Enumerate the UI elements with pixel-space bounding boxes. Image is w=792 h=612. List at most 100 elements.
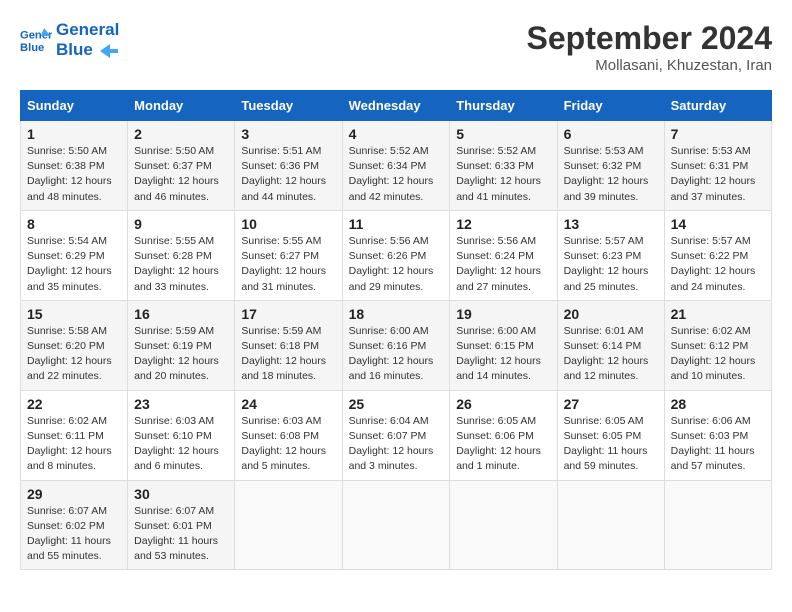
calendar-cell: 5 Sunrise: 5:52 AM Sunset: 6:33 PM Dayli… — [450, 121, 557, 211]
calendar-cell: 10 Sunrise: 5:55 AM Sunset: 6:27 PM Dayl… — [235, 210, 342, 300]
day-number: 1 — [27, 126, 121, 142]
day-number: 14 — [671, 216, 765, 232]
calendar-cell: 2 Sunrise: 5:50 AM Sunset: 6:37 PM Dayli… — [128, 121, 235, 211]
calendar-cell: 14 Sunrise: 5:57 AM Sunset: 6:22 PM Dayl… — [664, 210, 771, 300]
calendar-cell: 19 Sunrise: 6:00 AM Sunset: 6:15 PM Dayl… — [450, 300, 557, 390]
day-number: 8 — [27, 216, 121, 232]
day-info: Sunrise: 5:52 AM Sunset: 6:33 PM Dayligh… — [456, 144, 550, 205]
day-number: 2 — [134, 126, 228, 142]
calendar-cell: 1 Sunrise: 5:50 AM Sunset: 6:38 PM Dayli… — [21, 121, 128, 211]
calendar-cell — [664, 480, 771, 570]
day-number: 3 — [241, 126, 335, 142]
calendar-cell: 17 Sunrise: 5:59 AM Sunset: 6:18 PM Dayl… — [235, 300, 342, 390]
day-number: 5 — [456, 126, 550, 142]
calendar-cell: 25 Sunrise: 6:04 AM Sunset: 6:07 PM Dayl… — [342, 390, 450, 480]
calendar-cell: 12 Sunrise: 5:56 AM Sunset: 6:24 PM Dayl… — [450, 210, 557, 300]
calendar-cell: 24 Sunrise: 6:03 AM Sunset: 6:08 PM Dayl… — [235, 390, 342, 480]
day-info: Sunrise: 6:05 AM Sunset: 6:05 PM Dayligh… — [564, 414, 658, 475]
day-number: 30 — [134, 486, 228, 502]
calendar-table: Sunday Monday Tuesday Wednesday Thursday… — [20, 90, 772, 570]
calendar-cell: 11 Sunrise: 5:56 AM Sunset: 6:26 PM Dayl… — [342, 210, 450, 300]
day-info: Sunrise: 5:50 AM Sunset: 6:37 PM Dayligh… — [134, 144, 228, 205]
calendar-cell: 29 Sunrise: 6:07 AM Sunset: 6:02 PM Dayl… — [21, 480, 128, 570]
logo: General Blue General Blue — [20, 20, 119, 61]
day-number: 17 — [241, 306, 335, 322]
day-number: 21 — [671, 306, 765, 322]
day-info: Sunrise: 5:56 AM Sunset: 6:24 PM Dayligh… — [456, 234, 550, 295]
day-info: Sunrise: 5:54 AM Sunset: 6:29 PM Dayligh… — [27, 234, 121, 295]
calendar-cell: 4 Sunrise: 5:52 AM Sunset: 6:34 PM Dayli… — [342, 121, 450, 211]
day-number: 15 — [27, 306, 121, 322]
day-info: Sunrise: 6:06 AM Sunset: 6:03 PM Dayligh… — [671, 414, 765, 475]
calendar-cell: 13 Sunrise: 5:57 AM Sunset: 6:23 PM Dayl… — [557, 210, 664, 300]
day-info: Sunrise: 6:07 AM Sunset: 6:02 PM Dayligh… — [27, 504, 121, 565]
day-info: Sunrise: 6:03 AM Sunset: 6:08 PM Dayligh… — [241, 414, 335, 475]
day-info: Sunrise: 5:58 AM Sunset: 6:20 PM Dayligh… — [27, 324, 121, 385]
day-number: 22 — [27, 396, 121, 412]
day-info: Sunrise: 5:57 AM Sunset: 6:22 PM Dayligh… — [671, 234, 765, 295]
day-info: Sunrise: 6:07 AM Sunset: 6:01 PM Dayligh… — [134, 504, 228, 565]
col-header-tuesday: Tuesday — [235, 91, 342, 121]
svg-text:Blue: Blue — [20, 43, 44, 55]
calendar-cell — [342, 480, 450, 570]
calendar-cell: 30 Sunrise: 6:07 AM Sunset: 6:01 PM Dayl… — [128, 480, 235, 570]
day-number: 13 — [564, 216, 658, 232]
day-info: Sunrise: 5:53 AM Sunset: 6:32 PM Dayligh… — [564, 144, 658, 205]
day-number: 6 — [564, 126, 658, 142]
day-number: 11 — [349, 216, 444, 232]
day-number: 25 — [349, 396, 444, 412]
calendar-cell: 6 Sunrise: 5:53 AM Sunset: 6:32 PM Dayli… — [557, 121, 664, 211]
calendar-cell: 16 Sunrise: 5:59 AM Sunset: 6:19 PM Dayl… — [128, 300, 235, 390]
day-number: 16 — [134, 306, 228, 322]
title-block: September 2024 Mollasani, Khuzestan, Ira… — [527, 20, 772, 74]
calendar-cell — [557, 480, 664, 570]
calendar-cell: 15 Sunrise: 5:58 AM Sunset: 6:20 PM Dayl… — [21, 300, 128, 390]
day-info: Sunrise: 6:02 AM Sunset: 6:11 PM Dayligh… — [27, 414, 121, 475]
calendar-cell: 18 Sunrise: 6:00 AM Sunset: 6:16 PM Dayl… — [342, 300, 450, 390]
day-info: Sunrise: 5:57 AM Sunset: 6:23 PM Dayligh… — [564, 234, 658, 295]
logo-icon: General Blue — [20, 24, 52, 56]
day-number: 9 — [134, 216, 228, 232]
calendar-cell: 9 Sunrise: 5:55 AM Sunset: 6:28 PM Dayli… — [128, 210, 235, 300]
day-number: 12 — [456, 216, 550, 232]
day-number: 18 — [349, 306, 444, 322]
day-info: Sunrise: 6:00 AM Sunset: 6:16 PM Dayligh… — [349, 324, 444, 385]
calendar-cell — [450, 480, 557, 570]
logo-text-general: General — [56, 20, 119, 40]
day-number: 27 — [564, 396, 658, 412]
calendar-cell: 21 Sunrise: 6:02 AM Sunset: 6:12 PM Dayl… — [664, 300, 771, 390]
day-info: Sunrise: 5:59 AM Sunset: 6:19 PM Dayligh… — [134, 324, 228, 385]
calendar-cell: 3 Sunrise: 5:51 AM Sunset: 6:36 PM Dayli… — [235, 121, 342, 211]
day-number: 20 — [564, 306, 658, 322]
location-subtitle: Mollasani, Khuzestan, Iran — [527, 57, 772, 74]
calendar-cell: 27 Sunrise: 6:05 AM Sunset: 6:05 PM Dayl… — [557, 390, 664, 480]
day-number: 4 — [349, 126, 444, 142]
day-number: 19 — [456, 306, 550, 322]
calendar-cell: 7 Sunrise: 5:53 AM Sunset: 6:31 PM Dayli… — [664, 121, 771, 211]
day-info: Sunrise: 6:03 AM Sunset: 6:10 PM Dayligh… — [134, 414, 228, 475]
day-info: Sunrise: 5:52 AM Sunset: 6:34 PM Dayligh… — [349, 144, 444, 205]
day-number: 10 — [241, 216, 335, 232]
day-info: Sunrise: 5:50 AM Sunset: 6:38 PM Dayligh… — [27, 144, 121, 205]
logo-arrow-icon — [100, 44, 118, 58]
day-info: Sunrise: 6:02 AM Sunset: 6:12 PM Dayligh… — [671, 324, 765, 385]
col-header-thursday: Thursday — [450, 91, 557, 121]
col-header-monday: Monday — [128, 91, 235, 121]
day-info: Sunrise: 5:55 AM Sunset: 6:28 PM Dayligh… — [134, 234, 228, 295]
col-header-wednesday: Wednesday — [342, 91, 450, 121]
day-info: Sunrise: 5:59 AM Sunset: 6:18 PM Dayligh… — [241, 324, 335, 385]
day-info: Sunrise: 6:05 AM Sunset: 6:06 PM Dayligh… — [456, 414, 550, 475]
calendar-cell: 20 Sunrise: 6:01 AM Sunset: 6:14 PM Dayl… — [557, 300, 664, 390]
day-number: 7 — [671, 126, 765, 142]
day-info: Sunrise: 5:55 AM Sunset: 6:27 PM Dayligh… — [241, 234, 335, 295]
day-number: 28 — [671, 396, 765, 412]
col-header-saturday: Saturday — [664, 91, 771, 121]
day-info: Sunrise: 6:00 AM Sunset: 6:15 PM Dayligh… — [456, 324, 550, 385]
month-year-title: September 2024 — [527, 20, 772, 57]
logo-text-blue: Blue — [56, 40, 119, 60]
day-number: 29 — [27, 486, 121, 502]
day-info: Sunrise: 5:51 AM Sunset: 6:36 PM Dayligh… — [241, 144, 335, 205]
page-header: General Blue General Blue September 2024… — [20, 20, 772, 74]
day-info: Sunrise: 6:01 AM Sunset: 6:14 PM Dayligh… — [564, 324, 658, 385]
calendar-cell — [235, 480, 342, 570]
